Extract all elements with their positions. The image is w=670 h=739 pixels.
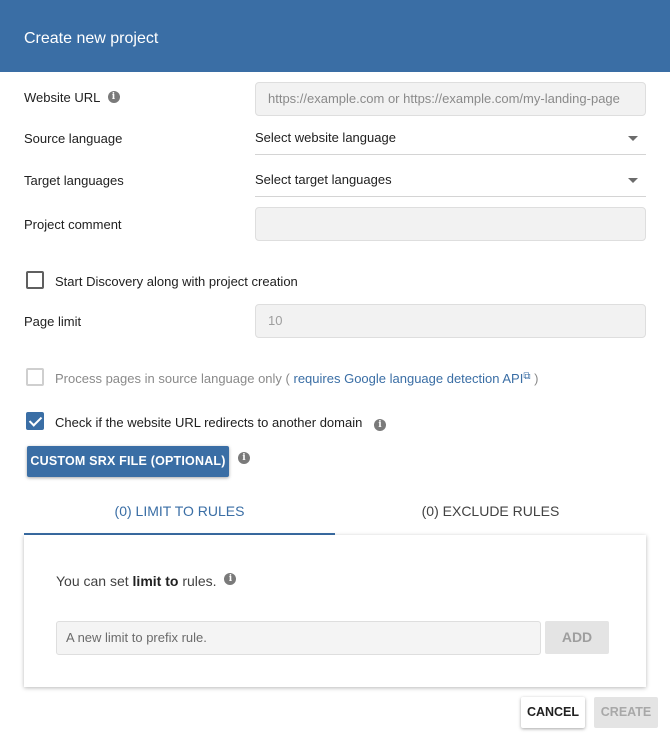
discovery-label: Start Discovery along with project creat… — [55, 274, 298, 289]
project-comment-input[interactable] — [255, 207, 646, 241]
tab-limit-label: (0) LIMIT TO RULES — [114, 503, 245, 519]
add-rule-button[interactable]: ADD — [545, 621, 609, 654]
info-icon[interactable]: i — [224, 573, 237, 586]
info-icon[interactable]: i — [107, 90, 120, 103]
redirect-label: Check if the website URL redirects to an… — [55, 415, 363, 430]
tab-limit-to-rules[interactable]: (0) LIMIT TO RULES — [24, 490, 335, 535]
cancel-button[interactable]: CANCEL — [521, 697, 585, 728]
discovery-checkbox[interactable] — [26, 271, 44, 289]
page-limit-label: Page limit — [24, 314, 82, 329]
redirect-checkbox[interactable] — [26, 412, 44, 430]
rules-panel: You can set limit to rules. i A new limi… — [24, 535, 646, 687]
website-url-label-text: Website URL — [24, 90, 100, 105]
tab-exclude-label: (0) EXCLUDE RULES — [421, 503, 560, 519]
rules-tabs: (0) LIMIT TO RULES (0) EXCLUDE RULES — [24, 490, 646, 535]
page-limit-input[interactable]: 10 — [255, 304, 646, 338]
custom-srx-button[interactable]: CUSTOM SRX FILE (OPTIONAL) — [27, 446, 229, 477]
website-url-input[interactable]: https://example.com or https://example.c… — [255, 82, 646, 116]
rules-hint-prefix: You can set — [56, 573, 129, 589]
source-only-label-prefix: Process pages in source language only ( — [55, 371, 290, 386]
chevron-down-icon[interactable] — [628, 178, 638, 183]
target-languages-label: Target languages — [24, 173, 124, 188]
create-button[interactable]: CREATE — [594, 697, 658, 728]
source-language-label: Source language — [24, 131, 123, 146]
external-link-icon: ⧉ — [523, 371, 531, 382]
project-comment-label: Project comment — [24, 217, 122, 232]
dialog-header: Create new project — [0, 0, 670, 72]
source-only-label-suffix: ) — [534, 371, 539, 386]
info-icon[interactable]: i — [238, 452, 250, 464]
info-icon[interactable]: i — [374, 419, 386, 431]
source-only-checkbox[interactable] — [26, 368, 44, 386]
target-languages-select[interactable]: Select target languages — [255, 165, 646, 197]
source-language-value: Select website language — [255, 130, 396, 145]
target-languages-value: Select target languages — [255, 172, 392, 187]
rules-hint-suffix: rules. — [182, 573, 217, 589]
dialog-title: Create new project — [24, 30, 159, 47]
rule-input[interactable]: A new limit to prefix rule. — [56, 621, 541, 655]
source-language-select[interactable]: Select website language — [255, 123, 646, 155]
website-url-label: Website URL i — [24, 90, 120, 105]
rules-hint-bold: limit to — [132, 573, 179, 589]
google-api-link[interactable]: requires Google language detection API — [294, 371, 524, 386]
chevron-down-icon[interactable] — [628, 136, 638, 141]
source-only-label: Process pages in source language only ( … — [55, 371, 538, 386]
rules-hint: You can set limit to rules. i — [56, 573, 237, 589]
tab-exclude-rules[interactable]: (0) EXCLUDE RULES — [335, 490, 646, 535]
